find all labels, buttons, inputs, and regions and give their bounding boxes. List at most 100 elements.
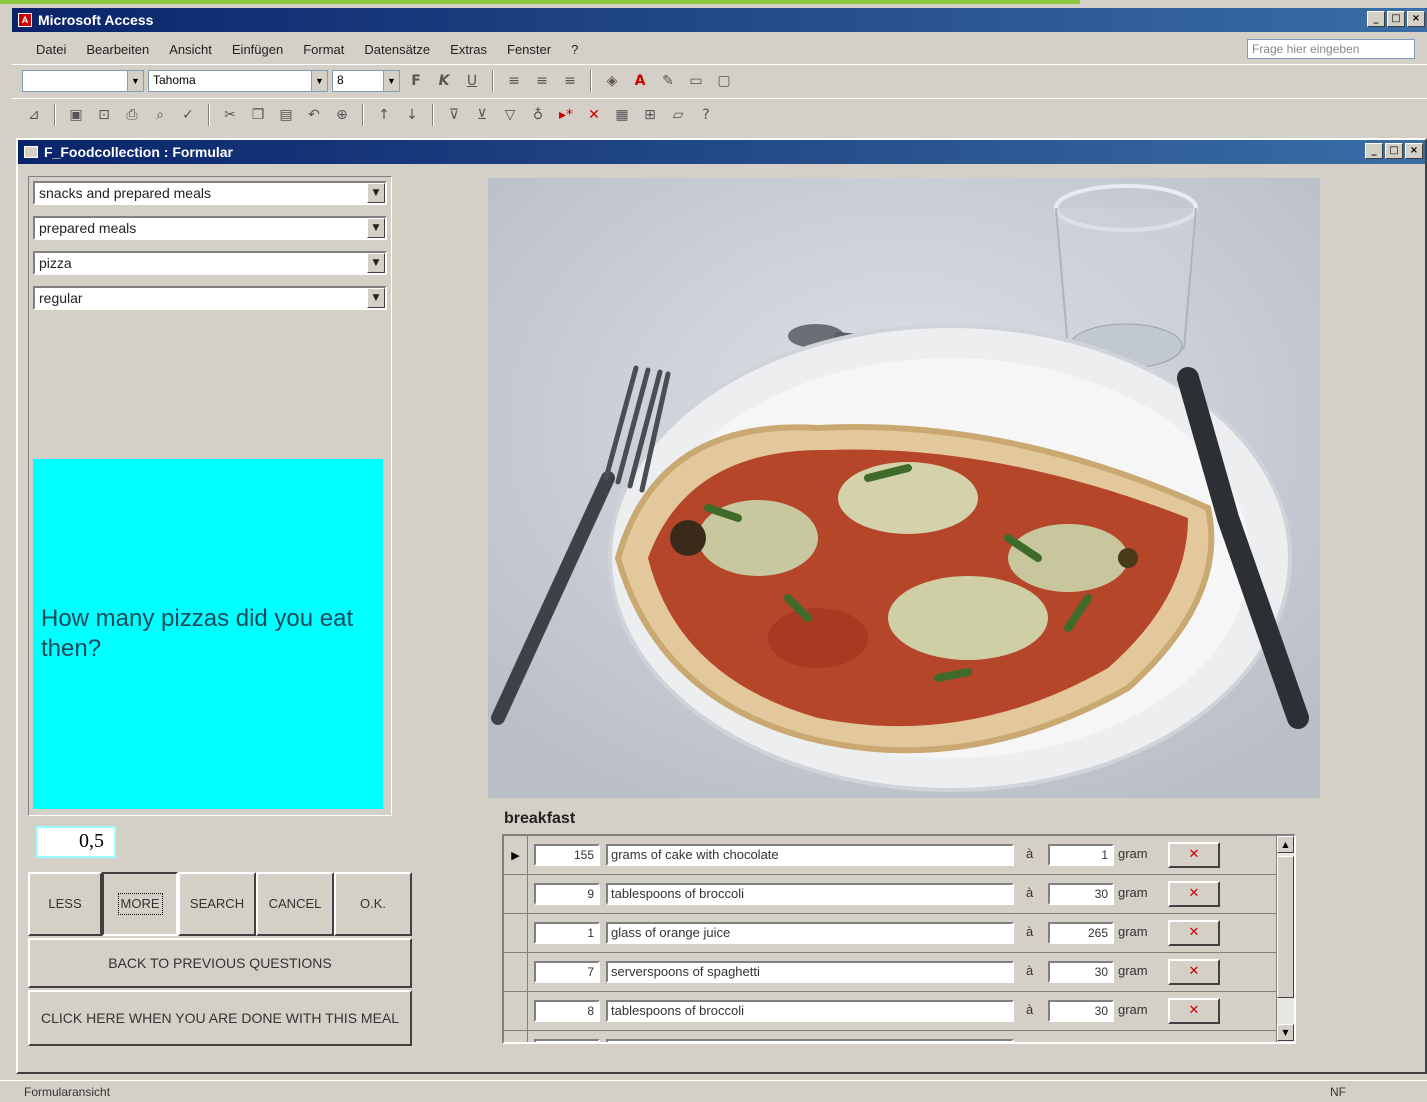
maximize-icon[interactable]: □ [1387,11,1405,27]
new-object-icon[interactable]: ▱ [666,104,690,126]
view-icon[interactable]: ⊿ [22,104,46,126]
filter-by-selection-icon[interactable]: ⊽ [442,104,466,126]
align-right-icon[interactable]: ≡ [558,70,582,92]
sort-ascending-icon[interactable]: ↑ [372,104,396,126]
find-icon[interactable]: ♁ [526,104,550,126]
menu-fenster[interactable]: Fenster [497,40,561,59]
cancel-button[interactable]: CANCEL [256,872,334,936]
align-left-icon[interactable]: ≡ [502,70,526,92]
meal-row[interactable]: 9 tablespoons of broccoli à 30 gram ✕ [504,875,1276,914]
item-weight[interactable]: 265 [1048,922,1114,944]
new-record-icon[interactable]: ✱ [504,1031,528,1042]
chevron-down-icon[interactable]: ▼ [367,183,385,203]
save-icon[interactable]: ▣ [64,104,88,126]
menu-datei[interactable]: Datei [26,40,76,59]
item-weight[interactable]: 30 [1048,961,1114,983]
more-button[interactable]: MORE [102,872,178,936]
current-record-icon[interactable]: ▶ [504,836,528,874]
variant-combo[interactable]: regular ▼ [33,286,387,310]
scroll-thumb[interactable] [1277,856,1294,998]
chevron-down-icon[interactable]: ▼ [367,218,385,238]
search-button[interactable]: SEARCH [178,872,256,936]
record-selector[interactable] [504,914,528,952]
help-icon[interactable]: ? [694,104,718,126]
apply-filter-icon[interactable]: ▽ [498,104,522,126]
item-description[interactable]: tablespoons of broccoli [606,1000,1014,1022]
scroll-up-icon[interactable]: ▲ [1277,836,1294,853]
fill-color-icon[interactable]: ◈ [600,70,624,92]
item-description[interactable]: grams of cake with chocolate [606,844,1014,866]
print-preview-icon[interactable]: ⌕ [148,104,172,126]
menu-bearbeiten[interactable]: Bearbeiten [76,40,159,59]
close-icon[interactable]: × [1407,11,1425,27]
undo-icon[interactable]: ↶ [302,104,326,126]
filter-by-form-icon[interactable]: ⊻ [470,104,494,126]
line-color-icon[interactable]: ✎ [656,70,680,92]
item-quantity[interactable]: 155 [534,844,600,866]
item-weight[interactable]: 30 [1048,1000,1114,1022]
menu-format[interactable]: Format [293,40,354,59]
menu-einfuegen[interactable]: Einfügen [222,40,293,59]
item-weight[interactable]: 1 [1048,844,1114,866]
meal-row[interactable]: 1 glass of orange juice à 265 gram ✕ [504,914,1276,953]
close-icon[interactable]: × [1405,143,1423,159]
line-width-icon[interactable]: ▭ [684,70,708,92]
new-record-row[interactable]: ✱ [504,1031,1276,1042]
delete-row-button[interactable]: ✕ [1168,920,1220,946]
item-description[interactable]: serverspoons of spaghetti [606,961,1014,983]
item-description[interactable] [606,1039,1014,1042]
meal-row[interactable]: ▶ 155 grams of cake with chocolate à 1 g… [504,836,1276,875]
menu-help[interactable]: ? [561,40,588,59]
food-combo[interactable]: pizza ▼ [33,251,387,275]
paste-icon[interactable]: ▤ [274,104,298,126]
subcategory-combo[interactable]: prepared meals ▼ [33,216,387,240]
help-question-input[interactable]: Frage hier eingeben [1247,39,1415,59]
search-file-icon[interactable]: ⊡ [92,104,116,126]
spelling-icon[interactable]: ✓ [176,104,200,126]
meal-row[interactable]: 7 serverspoons of spaghetti à 30 gram ✕ [504,953,1276,992]
item-quantity[interactable]: 9 [534,883,600,905]
item-quantity[interactable]: 1 [534,922,600,944]
border-style-icon[interactable]: ▢ [712,70,736,92]
item-quantity[interactable] [534,1039,600,1042]
hyperlink-icon[interactable]: ⊕ [330,104,354,126]
align-center-icon[interactable]: ≡ [530,70,554,92]
category-combo[interactable]: snacks and prepared meals ▼ [33,181,387,205]
record-selector[interactable] [504,953,528,991]
italic-button[interactable]: K [432,70,456,92]
done-with-meal-button[interactable]: CLICK HERE WHEN YOU ARE DONE WITH THIS M… [28,990,412,1046]
item-quantity[interactable]: 8 [534,1000,600,1022]
item-weight[interactable]: 30 [1048,883,1114,905]
scroll-down-icon[interactable]: ▼ [1277,1024,1294,1041]
cut-icon[interactable]: ✂ [218,104,242,126]
underline-button[interactable]: U [460,70,484,92]
font-color-icon[interactable]: A [628,70,652,92]
object-select[interactable]: ▼ [22,69,144,92]
ok-button[interactable]: O.K. [334,872,412,936]
less-button[interactable]: LESS [28,872,102,936]
quantity-field[interactable]: 0,5 [36,826,116,858]
subform-scrollbar[interactable]: ▲ ▼ [1276,836,1294,1042]
record-selector[interactable] [504,875,528,913]
back-to-previous-button[interactable]: BACK TO PREVIOUS QUESTIONS [28,938,412,988]
item-quantity[interactable]: 7 [534,961,600,983]
bold-button[interactable]: F [404,70,428,92]
delete-row-button[interactable]: ✕ [1168,998,1220,1024]
properties-icon[interactable]: ▦ [610,104,634,126]
delete-row-button[interactable]: ✕ [1168,881,1220,907]
minimize-icon[interactable]: _ [1365,143,1383,159]
font-size-select[interactable]: 8 ▼ [332,69,400,92]
chevron-down-icon[interactable]: ▼ [367,288,385,308]
item-description[interactable]: glass of orange juice [606,922,1014,944]
delete-row-button[interactable]: ✕ [1168,842,1220,868]
font-select[interactable]: Tahoma ▼ [148,69,328,92]
database-window-icon[interactable]: ⊞ [638,104,662,126]
copy-icon[interactable]: ❐ [246,104,270,126]
record-selector[interactable] [504,992,528,1030]
menu-datensaetze[interactable]: Datensätze [354,40,440,59]
menu-extras[interactable]: Extras [440,40,497,59]
meal-row[interactable]: 8 tablespoons of broccoli à 30 gram ✕ [504,992,1276,1031]
menu-ansicht[interactable]: Ansicht [159,40,222,59]
item-description[interactable]: tablespoons of broccoli [606,883,1014,905]
print-icon[interactable]: ⎙ [120,104,144,126]
